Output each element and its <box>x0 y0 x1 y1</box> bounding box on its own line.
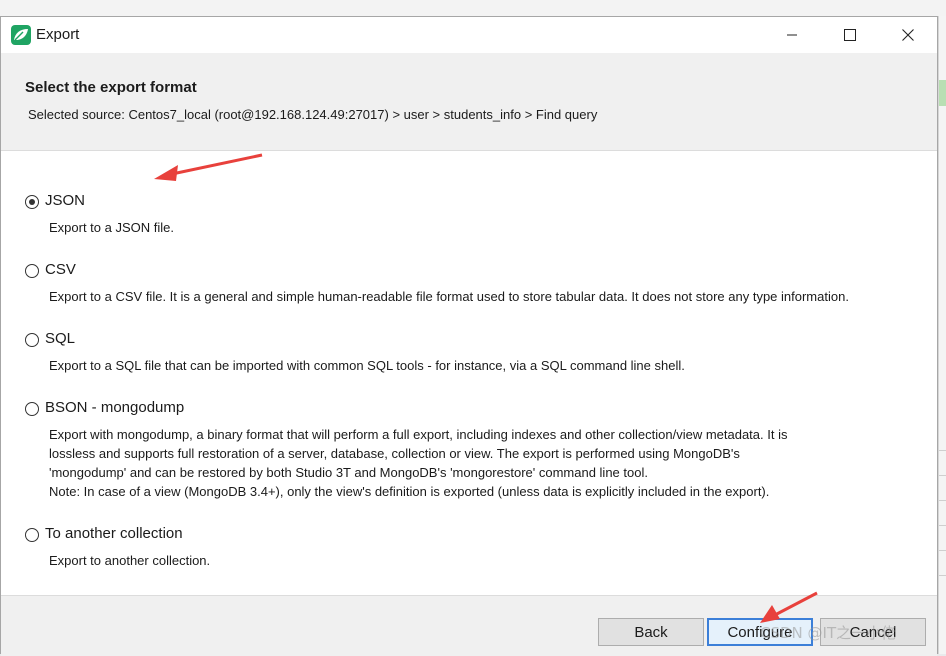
maximize-button[interactable] <box>821 17 879 53</box>
csv-radio[interactable] <box>25 264 39 278</box>
dialog-header: Select the export format Selected source… <box>1 53 937 151</box>
description-line: Export with mongodump, a binary format t… <box>49 427 788 442</box>
watermark-text: CSDN @IT之一小佬 <box>760 624 897 642</box>
page-title: Select the export format <box>25 79 197 96</box>
studio3t-leaf-icon <box>11 25 31 45</box>
description-line: Export to a SQL file that can be importe… <box>49 358 685 373</box>
json-radio[interactable] <box>25 195 39 209</box>
description-line: lossless and supports full restoration o… <box>49 446 740 461</box>
window-title: Export <box>36 26 80 43</box>
description-line: Export to a JSON file. <box>49 220 174 235</box>
close-icon <box>902 29 914 41</box>
background-app-toolbar <box>0 0 946 16</box>
background-app-panel <box>938 16 946 654</box>
export-dialog: Export Select the export format Selected… <box>0 16 938 656</box>
option-description: Export with mongodump, a binary format t… <box>49 425 919 501</box>
back-button[interactable]: Back <box>598 618 704 646</box>
option-label[interactable]: CSV <box>45 261 76 278</box>
close-button[interactable] <box>879 17 937 53</box>
description-line: Export to another collection. <box>49 553 211 568</box>
minimize-icon <box>787 34 797 36</box>
option-description: Export to another collection. <box>49 551 919 570</box>
option-description: Export to a JSON file. <box>49 218 919 237</box>
option-label[interactable]: BSON - mongodump <box>45 399 184 416</box>
description-line: 'mongodump' and can be restored by both … <box>49 465 648 480</box>
title-bar[interactable]: Export <box>1 17 937 53</box>
description-line: Export to a CSV file. It is a general an… <box>49 289 849 304</box>
background-app-highlight <box>939 80 946 106</box>
description-line: Note: In case of a view (MongoDB 3.4+), … <box>49 484 770 499</box>
maximize-icon <box>844 29 856 41</box>
option-description: Export to a SQL file that can be importe… <box>49 356 919 375</box>
option-label[interactable]: SQL <box>45 330 75 347</box>
export-format-options: JSON Export to a JSON file. CSV Export t… <box>1 151 937 595</box>
bson-radio[interactable] <box>25 402 39 416</box>
option-description: Export to a CSV file. It is a general an… <box>49 287 919 306</box>
collection-radio[interactable] <box>25 528 39 542</box>
sql-radio[interactable] <box>25 333 39 347</box>
option-label[interactable]: To another collection <box>45 525 183 542</box>
selected-source-breadcrumb: Selected source: Centos7_local (root@192… <box>28 107 598 122</box>
option-label[interactable]: JSON <box>45 192 85 209</box>
minimize-button[interactable] <box>763 17 821 53</box>
